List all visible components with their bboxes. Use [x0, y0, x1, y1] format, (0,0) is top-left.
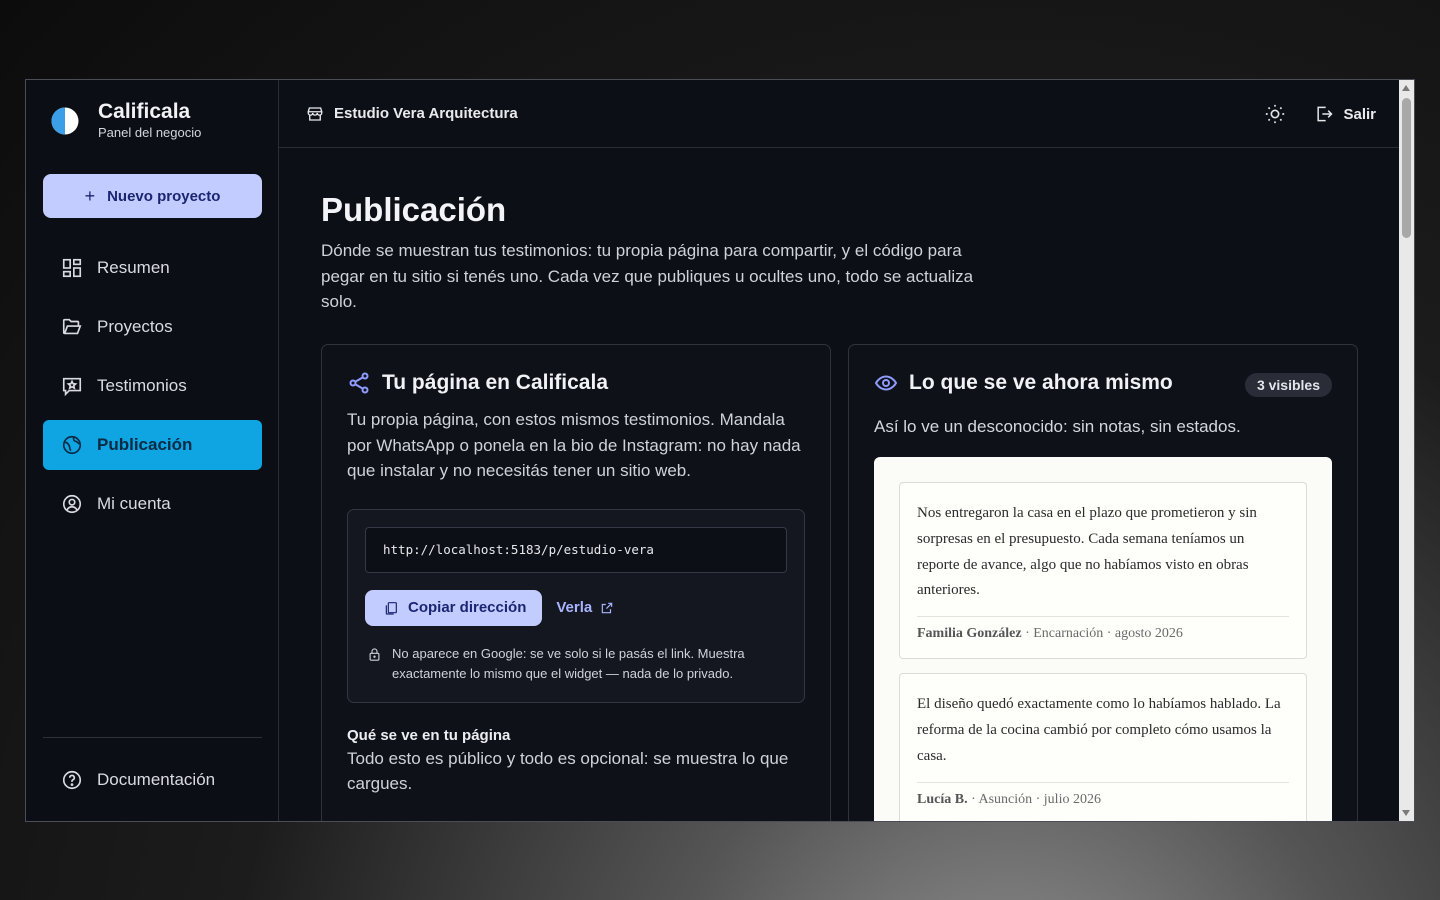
- user-circle-icon: [62, 494, 82, 514]
- card-title: Lo que se ve ahora mismo: [909, 371, 1173, 394]
- vertical-scrollbar[interactable]: [1399, 80, 1414, 821]
- sidebar-divider: [43, 737, 262, 738]
- topbar: Estudio Vera Arquitectura Salir: [279, 80, 1414, 148]
- visible-count-badge: 3 visibles: [1244, 373, 1332, 397]
- share-page-card: Tu página en Calificala Tu propia página…: [321, 344, 831, 821]
- sidebar-item-proyectos[interactable]: Proyectos: [43, 302, 262, 352]
- scroll-thumb[interactable]: [1402, 98, 1411, 238]
- privacy-note: No aparece en Google: se ve solo si le p…: [365, 644, 787, 684]
- card-header: Tu página en Calificala: [347, 371, 805, 395]
- copy-icon: [385, 601, 397, 615]
- logout-label: Salir: [1343, 105, 1376, 123]
- privacy-note-text: No aparece en Google: se ve solo si le p…: [392, 645, 745, 681]
- folder-icon: [62, 318, 82, 335]
- logo-icon: [51, 107, 79, 135]
- share-icon: [349, 372, 369, 394]
- external-link-icon: [601, 602, 613, 613]
- link-actions: Copiar dirección Verla: [365, 589, 787, 626]
- card-description: Tu propia página, con estos mismos testi…: [347, 410, 801, 480]
- public-link-box: http://localhost:5183/p/estudio-vera Cop…: [347, 508, 805, 703]
- globe-icon: [62, 435, 82, 455]
- testimonial-details: · Encarnación · agosto 2026: [1021, 626, 1183, 642]
- preview-subtitle: Así lo ve un desconocido: sin notas, sin…: [874, 417, 1241, 436]
- testimonial-author: Familia González: [917, 626, 1022, 642]
- brand-name: Calificala: [98, 100, 191, 123]
- scroll-down-arrow-icon[interactable]: [1402, 810, 1410, 816]
- page-description: Dónde se muestran tus testimonios: tu pr…: [321, 241, 974, 311]
- store-icon: [307, 106, 323, 121]
- sidebar-item-label: Resumen: [97, 258, 170, 277]
- sidebar-item-label: Proyectos: [97, 317, 173, 336]
- widget-preview: Nos entregaron la casa en el plazo que p…: [874, 457, 1332, 821]
- help-circle-icon: [62, 770, 82, 790]
- view-page-label: Verla: [556, 599, 593, 616]
- sidebar-item-documentacion[interactable]: Documentación: [43, 755, 262, 805]
- sidebar-item-resumen[interactable]: Resumen: [43, 243, 262, 293]
- card-header: Lo que se ve ahora mismo 3 visibles: [874, 371, 1332, 397]
- app-window: Calificala Panel del negocio + Nuevo pro…: [25, 79, 1415, 822]
- logout-button[interactable]: Salir: [1314, 104, 1376, 124]
- page-title: Publicación: [321, 191, 507, 228]
- main-area: Estudio Vera Arquitectura Salir Publicac…: [279, 80, 1414, 821]
- plus-icon: +: [84, 185, 96, 206]
- sidebar-item-label: Publicación: [97, 435, 193, 454]
- testimonial-quote: Nos entregaron la casa en el plazo que p…: [917, 505, 1257, 599]
- copy-address-label: Copiar dirección: [408, 599, 527, 616]
- sidebar: Calificala Panel del negocio + Nuevo pro…: [26, 80, 279, 821]
- new-project-label: Nuevo proyecto: [107, 187, 221, 205]
- new-project-button[interactable]: + Nuevo proyecto: [43, 174, 262, 218]
- sun-icon[interactable]: [1264, 103, 1286, 125]
- business-selector[interactable]: Estudio Vera Arquitectura: [306, 105, 518, 123]
- sidebar-nav: Resumen Proyectos Testimonios Publicació…: [43, 243, 262, 538]
- cards-row: Tu página en Calificala Tu propia página…: [321, 344, 1358, 821]
- sidebar-item-testimonios[interactable]: Testimonios: [43, 361, 262, 411]
- scroll-up-arrow-icon[interactable]: [1402, 85, 1410, 91]
- brand-subtitle: Panel del negocio: [98, 125, 202, 140]
- topbar-actions: Salir: [1264, 80, 1376, 148]
- sidebar-item-publicacion[interactable]: Publicación: [43, 420, 262, 470]
- lock-icon: [369, 647, 380, 661]
- sidebar-item-label: Documentación: [97, 770, 216, 789]
- star-message-icon: [62, 377, 82, 397]
- page-contents-text: Todo esto es público y todo es opcional:…: [347, 748, 789, 794]
- copy-address-button[interactable]: Copiar dirección: [365, 589, 543, 626]
- testimonial-author: Lucía B.: [917, 791, 968, 807]
- testimonial-meta: Lucía B. · Asunción · julio 2026: [917, 781, 1289, 808]
- sidebar-documentation: Documentación: [43, 755, 262, 814]
- public-url-field[interactable]: http://localhost:5183/p/estudio-vera: [365, 526, 787, 573]
- sidebar-item-label: Testimonios: [97, 376, 187, 395]
- view-page-link[interactable]: Verla: [556, 599, 614, 616]
- brand[interactable]: Calificala Panel del negocio: [50, 100, 201, 142]
- testimonial-meta: Familia González · Encarnación · agosto …: [917, 616, 1289, 642]
- testimonial-card: Nos entregaron la casa en el plazo que p…: [899, 482, 1307, 660]
- logout-icon: [1317, 106, 1334, 122]
- testimonial-card: El diseño quedó exactamente como lo habí…: [899, 673, 1307, 821]
- page-content: Publicación Dónde se muestran tus testim…: [321, 190, 1376, 821]
- business-name: Estudio Vera Arquitectura: [334, 105, 518, 122]
- dashboard-icon: [62, 258, 82, 278]
- testimonial-details: · Asunción · julio 2026: [967, 791, 1101, 807]
- sidebar-item-label: Mi cuenta: [97, 494, 171, 513]
- card-title: Tu página en Calificala: [382, 371, 608, 394]
- testimonial-quote: El diseño quedó exactamente como lo habí…: [917, 696, 1281, 764]
- sidebar-item-mi-cuenta[interactable]: Mi cuenta: [43, 479, 262, 529]
- live-preview-card: Lo que se ve ahora mismo 3 visibles Así …: [848, 344, 1358, 821]
- eye-icon: [874, 375, 898, 391]
- page-contents-title: Qué se ve en tu página: [347, 726, 511, 744]
